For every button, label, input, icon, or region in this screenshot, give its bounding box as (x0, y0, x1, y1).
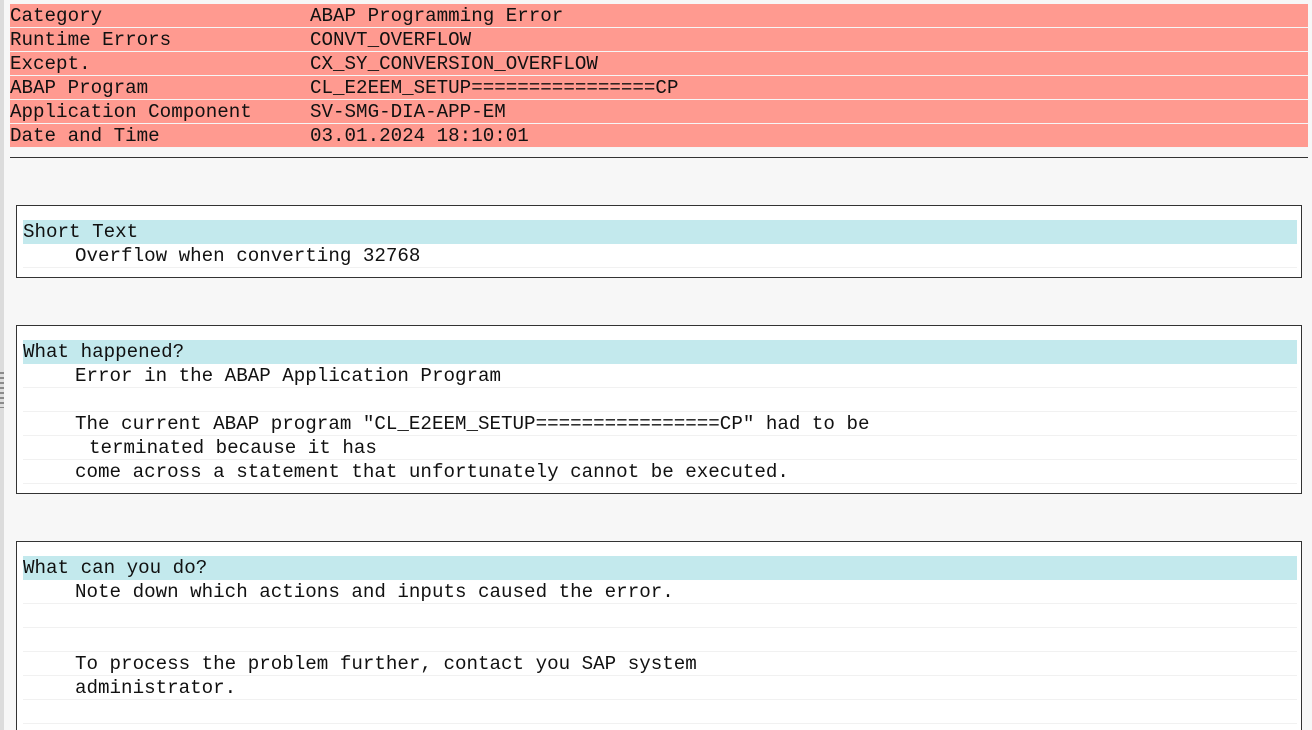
section-line: Error in the ABAP Application Program (23, 364, 1297, 388)
window-left-edge (0, 0, 4, 730)
section-title: Short Text (23, 220, 1297, 244)
header-value: ABAP Programming Error (310, 5, 564, 27)
section-line: terminated because it has (23, 436, 1297, 460)
header-row-exception: Except. CX_SY_CONVERSION_OVERFLOW (10, 52, 1308, 76)
header-row-application-component: Application Component SV-SMG-DIA-APP-EM (10, 100, 1308, 124)
header-key: Application Component (10, 101, 252, 123)
header-row-category: Category ABAP Programming Error (10, 4, 1308, 28)
header-value: 03.01.2024 18:10:01 (310, 125, 529, 147)
header-value: CONVT_OVERFLOW (310, 29, 472, 51)
header-row-date-time: Date and Time 03.01.2024 18:10:01 (10, 124, 1308, 148)
section-line: To process the problem further, contact … (23, 652, 1297, 676)
section-what-happened: What happened? Error in the ABAP Applica… (16, 325, 1302, 494)
section-short-text: Short Text Overflow when converting 3276… (16, 205, 1302, 278)
error-header-table: Category ABAP Programming Error Runtime … (10, 4, 1308, 148)
section-line (23, 628, 1297, 652)
section-line: The current ABAP program "CL_E2EEM_SETUP… (23, 412, 1297, 436)
section-title: What can you do? (23, 556, 1297, 580)
section-line (23, 700, 1297, 724)
section-line (23, 604, 1297, 628)
header-value: CL_E2EEM_SETUP================CP (310, 77, 679, 99)
section-title: What happened? (23, 340, 1297, 364)
header-key: Date and Time (10, 125, 160, 147)
header-key: Except. (10, 53, 91, 75)
header-row-abap-program: ABAP Program CL_E2EEM_SETUP=============… (10, 76, 1308, 100)
section-line: Overflow when converting 32768 (23, 244, 1297, 268)
header-divider (10, 157, 1308, 158)
section-line: administrator. (23, 676, 1297, 700)
section-line (23, 388, 1297, 412)
section-line: Note down which actions and inputs cause… (23, 580, 1297, 604)
header-key: ABAP Program (10, 77, 149, 99)
header-key: Runtime Errors (10, 29, 172, 51)
header-value: CX_SY_CONVERSION_OVERFLOW (310, 53, 598, 75)
splitter-grip[interactable] (0, 372, 4, 408)
section-line: come across a statement that unfortunate… (23, 460, 1297, 484)
header-row-runtime-errors: Runtime Errors CONVT_OVERFLOW (10, 28, 1308, 52)
header-key: Category (10, 5, 103, 27)
header-value: SV-SMG-DIA-APP-EM (310, 101, 506, 123)
section-what-can-you-do: What can you do? Note down which actions… (16, 541, 1302, 730)
